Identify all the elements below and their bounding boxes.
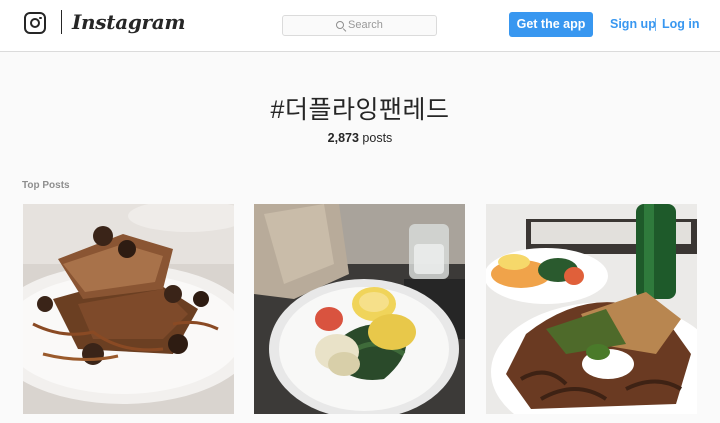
search-input[interactable]: Search xyxy=(282,15,437,36)
search-icon xyxy=(336,21,344,29)
eggs-benedict-photo xyxy=(254,204,465,414)
post-tile-1[interactable] xyxy=(23,204,234,414)
top-posts-label: Top Posts xyxy=(22,180,70,191)
french-toast-photo xyxy=(23,204,234,414)
search-placeholder: Search xyxy=(348,19,383,31)
post-tile-2[interactable] xyxy=(254,204,465,414)
post-count-number: 2,873 xyxy=(327,131,359,145)
logo-divider xyxy=(61,10,62,34)
instagram-camera-icon[interactable] xyxy=(24,12,46,34)
brunch-photo xyxy=(486,204,697,414)
top-nav: Instagram Search Get the app Sign up Log… xyxy=(0,0,720,52)
post-count-suffix: posts xyxy=(358,131,393,145)
post-count: 2,873 posts xyxy=(0,131,720,145)
hashtag-title: #더플라잉팬레드 xyxy=(270,96,450,124)
get-the-app-button[interactable]: Get the app xyxy=(509,12,593,37)
link-separator xyxy=(655,18,656,31)
sign-up-link[interactable]: Sign up xyxy=(610,17,656,31)
log-in-link[interactable]: Log in xyxy=(662,17,700,31)
post-tile-3[interactable] xyxy=(486,204,697,414)
instagram-wordmark[interactable]: Instagram xyxy=(72,10,186,34)
